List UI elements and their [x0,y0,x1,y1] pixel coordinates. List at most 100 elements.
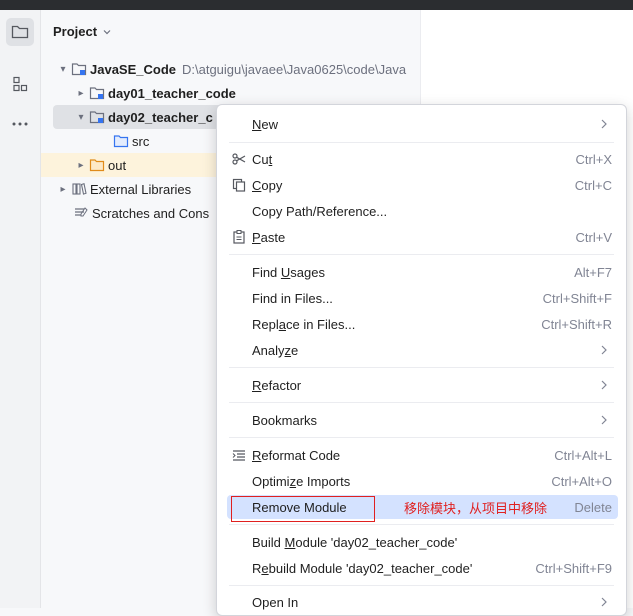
menu-item-replace-in-files[interactable]: Replace in Files... Ctrl+Shift+R [217,311,626,337]
tree-root-path: D:\atguigu\javaee\Java0625\code\Java [182,61,407,77]
label-pre: Find [252,264,281,280]
chevron-down-icon [103,29,111,34]
menu-label-optimize: Optimize Imports [252,474,350,489]
chevron-right-icon[interactable]: ▸ [73,160,89,171]
shortcut-paste: Ctrl+V [575,229,612,245]
mnemonic: N [252,116,262,132]
shortcut-find-usages: Alt+F7 [574,264,612,280]
label-pre: Optimi [252,473,290,489]
chevron-right-icon [601,345,607,355]
project-panel-title[interactable]: Project [53,24,113,39]
menu-item-optimize-imports[interactable]: Optimize Imports Ctrl+Alt+O [217,468,626,494]
label-rest: efactor [261,377,302,393]
menu-label-reformat: Reformat Code [252,448,340,463]
annotation-highlight-box [231,496,375,522]
mnemonic: M [284,534,296,550]
mnemonic: a [278,316,286,332]
shortcut-remove-module: Delete [574,499,612,515]
module-folder-icon [89,109,105,125]
menu-item-build-module[interactable]: Build Module 'day02_teacher_code' [217,529,626,555]
label-pre: Cu [252,151,269,167]
menu-item-new[interactable]: New [217,111,626,137]
shortcut-copy: Ctrl+C [574,177,612,193]
menu-label-bookmarks: Bookmarks [252,412,318,428]
label-rest: build Module 'day02_teacher_code' [268,560,473,576]
menu-label-build-module: Build Module 'day02_teacher_code' [252,535,457,550]
chevron-down-icon[interactable]: ▾ [55,64,71,75]
menu-separator [229,367,614,368]
source-folder-icon [113,133,129,149]
shortcut-optimize: Ctrl+Alt+O [551,473,612,489]
menu-item-reformat-code[interactable]: Reformat Code Ctrl+Alt+L [217,442,626,468]
label-rest: e [291,342,299,358]
mnemonic: P [252,229,261,245]
label-rest: e Imports [296,473,351,489]
tree-label-day02: day02_teacher_c [108,109,213,125]
more-icon [12,122,28,126]
structure-icon [13,76,28,92]
shortcut-replace: Ctrl+Shift+R [541,316,612,332]
tree-label-scratches: Scratches and Cons [92,205,210,221]
mnemonic: R [252,377,262,393]
module-folder-icon [89,85,105,101]
menu-separator [229,254,614,255]
menu-label-replace: Replace in Files... [252,317,355,332]
menu-item-analyze[interactable]: Analyze [217,337,626,363]
title-bar [0,0,633,10]
menu-item-paste[interactable]: Paste Ctrl+V [217,224,626,250]
copy-icon [232,178,246,192]
label-pre: Build [252,534,285,550]
menu-label-find-usages: Find Usages [252,265,325,280]
menu-item-rebuild-module[interactable]: Rebuild Module 'day02_teacher_code' Ctrl… [217,555,626,581]
shortcut-reformat: Ctrl+Alt+L [554,447,612,463]
project-tool-button[interactable] [6,18,34,46]
label-rest: odule 'day02_teacher_code' [295,534,458,550]
label-pre: Repl [252,316,279,332]
more-tools-button[interactable] [6,110,34,138]
mnemonic: e [261,560,269,576]
label-rest: opy [261,177,283,193]
tree-label-src: src [132,133,150,149]
label-pre: Analy [252,342,285,358]
tool-window-strip [0,10,41,608]
menu-label-new: New [252,117,278,132]
menu-label-copy: Copy [252,178,282,193]
label-rest: sages [290,264,325,280]
menu-item-find-usages[interactable]: Find Usages Alt+F7 [217,259,626,285]
menu-separator [229,142,614,143]
menu-label-paste: Paste [252,230,285,245]
chevron-right-icon[interactable]: ▸ [55,184,71,195]
menu-item-bookmarks[interactable]: Bookmarks [217,407,626,433]
shortcut-find-in-files: Ctrl+Shift+F [542,290,612,306]
shortcut-rebuild-module: Ctrl+Shift+F9 [535,560,612,576]
label-rest: eformat Code [261,447,341,463]
mnemonic: R [252,447,262,463]
menu-label-open-in: Open In [252,594,299,610]
menu-separator [229,437,614,438]
label-rest: ce in Files... [285,316,356,332]
structure-tool-button[interactable] [6,70,34,98]
chevron-down-icon[interactable]: ▾ [73,112,89,123]
module-folder-icon [71,61,87,77]
tree-root-row[interactable]: ▾ JavaSE_Code D:\atguigu\javaee\Java0625… [41,57,434,81]
mnemonic: C [252,177,262,193]
menu-item-copy[interactable]: Copy Ctrl+C [217,172,626,198]
tree-row-day01[interactable]: ▸ day01_teacher_code [41,81,452,105]
label-rest: aste [260,229,286,245]
menu-label-find-in-files: Find in Files... [252,290,333,306]
chevron-right-icon [601,380,607,390]
scissors-icon [232,153,246,165]
menu-item-copy-path[interactable]: Copy Path/Reference... [217,198,626,224]
menu-item-find-in-files[interactable]: Find in Files... Ctrl+Shift+F [217,285,626,311]
chevron-right-icon [601,415,607,425]
chevron-right-icon[interactable]: ▸ [73,88,89,99]
menu-label-cut: Cut [252,152,272,167]
menu-item-cut[interactable]: Cut Ctrl+X [217,146,626,172]
menu-item-refactor[interactable]: Refactor [217,372,626,398]
label-rest: ew [261,116,279,132]
reformat-icon [232,450,245,461]
scratches-icon [73,205,89,221]
mnemonic: t [268,151,273,167]
menu-item-open-in[interactable]: Open In [217,589,626,615]
folder-icon [11,25,29,39]
